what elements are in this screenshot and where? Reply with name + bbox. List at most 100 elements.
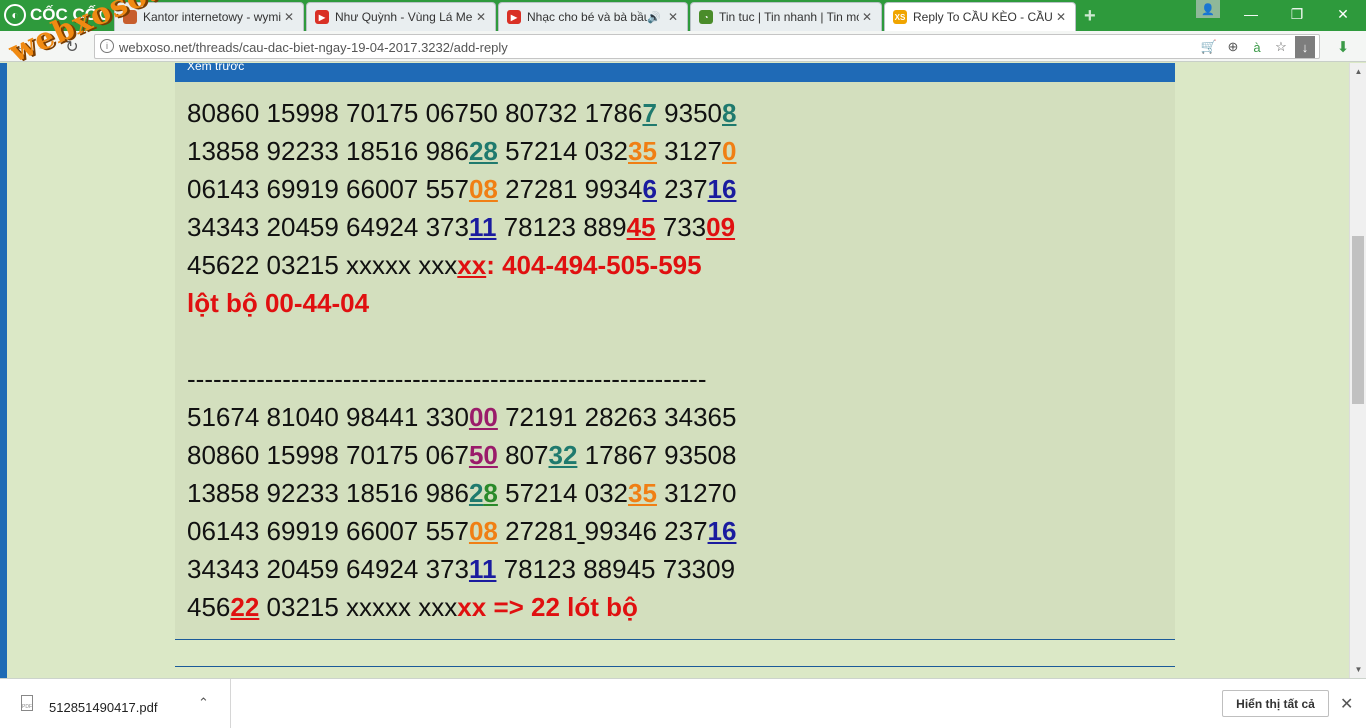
new-tab-button[interactable]: + [1084,5,1096,28]
preview-header: Xem trước [175,63,1175,82]
highlighted-digits: 8 [722,98,737,128]
zoom-icon[interactable]: ⊕ [1223,36,1243,58]
highlighted-digits: 6 [642,174,657,204]
highlighted-digits: : 404-494-505-595 [486,250,702,280]
chevron-up-icon[interactable]: ⌃ [198,695,209,711]
tab-close-icon[interactable]: ✕ [859,10,875,24]
text-segment: 06143 69919 66007 557 [187,174,469,204]
text-line: 13858 92233 18516 98628 57214 03235 3127… [187,474,736,512]
tab-title: Reply To CẦU KÈO - CẦU Đ [913,10,1053,24]
close-shelf-icon[interactable]: ✕ [1340,694,1353,714]
youtube-favicon-icon: ▶ [315,10,329,24]
text-segment: 06143 69919 66007 557 [187,516,469,546]
preview-panel: 80860 15998 70175 06750 80732 17867 9350… [175,82,1175,640]
highlighted-digits: 35 [628,136,657,166]
text-line: 45622 03215 xxxxx xxxxx => 22 lót bộ [187,588,736,626]
highlighted-digits: 08 [468,174,498,204]
tab-close-icon[interactable]: ✕ [473,10,489,24]
text-line: 45622 03215 xxxxx xxxxx: 404-494-505-595 [187,246,736,284]
translate-icon[interactable]: à [1247,36,1267,58]
xoso-favicon-icon: XS [893,10,907,24]
text-segment: 78123 88945 73309 [496,554,736,584]
profile-icon[interactable]: 👤 [1196,0,1220,18]
text-line [187,322,736,360]
download-arrow-icon[interactable]: ↓ [1295,36,1315,58]
tab-title: Như Quỳnh - Vùng Lá Me [335,10,473,24]
downloads-icon[interactable]: ⬇ [1332,35,1354,59]
tab-close-icon[interactable]: ✕ [281,10,297,24]
text-segment: 80860 15998 70175 067 [187,440,469,470]
text-segment: 51674 81040 98441 330 [187,402,469,432]
highlighted-digits: 8 [483,478,498,508]
show-all-downloads-button[interactable]: Hiển thị tất cả [1222,690,1329,717]
text-line: 80860 15998 70175 06750 80732 17867 9350… [187,94,736,132]
text-segment: 27281 9934 [497,174,643,204]
text-segment: 72191 28263 34365 [497,402,737,432]
tab-reply-active[interactable]: XS Reply To CẦU KÈO - CẦU Đ ✕ [884,2,1076,31]
highlighted-digits: 00 [468,402,498,432]
page-left-border [0,63,7,678]
text-segment: 34343 20459 64924 373 [187,554,469,584]
text-segment: 13858 92233 18516 986 [187,136,469,166]
highlighted-digits [577,516,584,546]
youtube-favicon-icon: ▶ [507,10,521,24]
text-line: ----------------------------------------… [187,360,736,398]
text-segment: 456 [187,592,231,622]
vertical-scrollbar[interactable]: ▲ ▼ [1349,63,1366,678]
highlighted-digits: 22 [230,592,260,622]
tab-close-icon[interactable]: ✕ [1053,10,1069,24]
tab-title: Kantor internetowy - wymi [143,10,281,24]
site-info-icon[interactable]: i [100,39,114,53]
highlighted-digits: 11 [468,212,497,242]
omnibox-icons: 🛒 ⊕ à ☆ ↓ [1199,36,1315,58]
text-line: 13858 92233 18516 98628 57214 03235 3127… [187,132,736,170]
highlighted-digits: 11 [468,554,497,584]
text-segment: ----------------------------------------… [187,364,707,394]
download-item[interactable]: PDF 512851490417.pdf ⌃ [0,679,231,728]
text-segment: 45622 03215 xxxxx xxx [187,250,458,280]
coccoc-logo-icon: ◐ [4,4,26,26]
panel-separator [175,666,1175,667]
text-line: 06143 69919 66007 55708 27281 99346 2371… [187,512,736,550]
restore-button[interactable]: ❐ [1274,0,1320,28]
download-shelf: PDF 512851490417.pdf ⌃ Hiển thị tất cả ✕ [0,678,1366,728]
clock-favicon-icon: ◔ [699,10,713,24]
cart-icon[interactable]: 🛒 [1199,36,1219,58]
highlighted-digits: 16 [707,174,737,204]
highlighted-digits: 16 [707,516,737,546]
scroll-down-icon[interactable]: ▼ [1350,661,1366,678]
highlighted-digits: 0 [722,136,737,166]
speaker-icon[interactable]: 🔊 [647,11,661,24]
tab-nhac-cho-be[interactable]: ▶ Nhạc cho bé và bà bầu 🔊 ✕ [498,2,688,31]
highlighted-digits: 45 [626,212,656,242]
highlighted-digits: 08 [468,516,498,546]
text-segment: 80860 15998 70175 06750 80732 1786 [187,98,643,128]
tab-nhu-quynh[interactable]: ▶ Như Quỳnh - Vùng Lá Me ✕ [306,2,496,31]
text-segment: 3127 [656,136,723,166]
minimize-button[interactable]: — [1228,0,1274,28]
highlighted-digits: 7 [642,98,657,128]
text-segment: 27281 [497,516,578,546]
text-segment: 9350 [656,98,723,128]
tab-close-icon[interactable]: ✕ [665,10,681,24]
text-line: 34343 20459 64924 37311 78123 88945 7330… [187,208,736,246]
tab-title: Nhạc cho bé và bà bầu [527,10,648,24]
text-segment: 31270 [656,478,737,508]
text-segment: 78123 889 [496,212,627,242]
close-window-button[interactable]: ✕ [1320,0,1366,28]
url-text[interactable]: webxoso.net/threads/cau-dac-biet-ngay-19… [119,40,508,55]
scroll-up-icon[interactable]: ▲ [1350,63,1366,80]
text-segment: 57214 032 [497,478,629,508]
tab-strip: ◐ CỐC CỐC Kantor internetowy - wymi ✕ ▶ … [0,0,1366,31]
scroll-thumb[interactable] [1352,236,1364,404]
download-file-name[interactable]: 512851490417.pdf [49,700,157,715]
text-segment: 34343 20459 64924 373 [187,212,469,242]
highlighted-digits: 32 [548,440,578,470]
tab-tin-tuc[interactable]: ◔ Tin tuc | Tin nhanh | Tin mới ✕ [690,2,882,31]
highlighted-digits: 09 [706,212,736,242]
address-bar[interactable]: i webxoso.net/threads/cau-dac-biet-ngay-… [94,34,1320,59]
highlighted-digits: xx [457,250,487,280]
star-icon[interactable]: ☆ [1271,36,1291,58]
text-segment: 17867 93508 [577,440,737,470]
highlighted-digits: 28 [468,136,498,166]
